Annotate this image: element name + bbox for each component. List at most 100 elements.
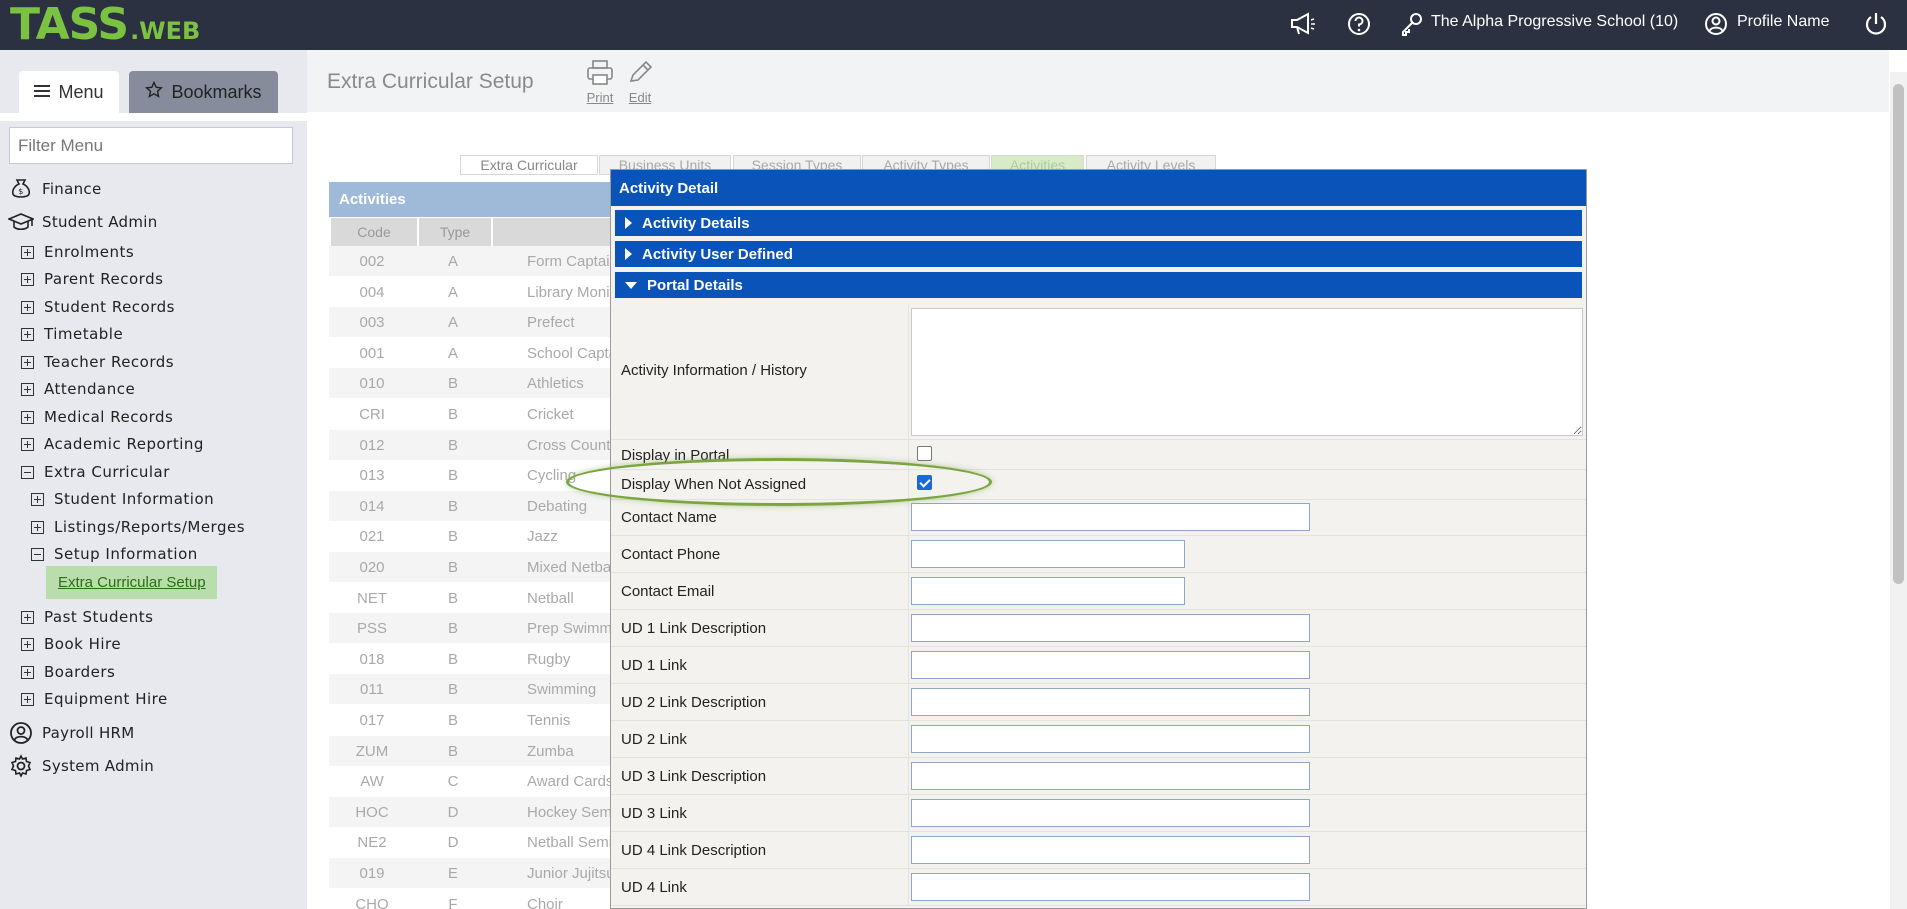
tab-extra-curricular[interactable]: Extra Curricular <box>460 155 598 175</box>
table-row[interactable]: 021 B Jazz <box>329 521 619 551</box>
nav-listings-reports-merges[interactable]: Listings/Reports/Merges <box>31 516 245 538</box>
user-circle-icon[interactable] <box>1701 9 1731 39</box>
nav-student-information[interactable]: Student Information <box>31 488 214 510</box>
gear-icon <box>8 753 34 779</box>
display-in-portal-checkbox[interactable] <box>917 446 932 461</box>
nav-timetable[interactable]: Timetable <box>21 323 123 345</box>
table-row[interactable]: PSS B Prep Swimming <box>329 613 619 644</box>
nav-academic-reporting[interactable]: Academic Reporting <box>21 433 204 455</box>
school-selector[interactable]: The Alpha Progressive School (10) <box>1431 13 1678 31</box>
expand-icon <box>21 245 34 259</box>
nav-system-admin[interactable]: System Admin <box>8 753 154 779</box>
contact-phone-input[interactable] <box>911 540 1185 568</box>
cell-name: Rugby <box>527 650 571 668</box>
table-row[interactable]: NET B Netball <box>329 583 619 613</box>
section-activity-details[interactable]: Activity Details <box>615 210 1582 236</box>
row-ud3-description: UD 3 Link Description <box>611 758 1586 795</box>
help-icon[interactable] <box>1344 9 1374 39</box>
page-scrollbar-thumb[interactable] <box>1893 84 1904 584</box>
nav-payroll-hrm[interactable]: Payroll HRM <box>8 720 135 746</box>
ud4-link-input[interactable] <box>911 873 1310 901</box>
expand-icon <box>31 520 44 534</box>
table-row[interactable]: 003 A Prefect <box>329 307 619 338</box>
table-row[interactable]: ZUM B Zumba <box>329 735 619 766</box>
ud1-link-input[interactable] <box>911 651 1310 679</box>
user-circle-icon <box>8 720 34 746</box>
megaphone-icon[interactable] <box>1288 9 1318 39</box>
table-row[interactable]: 001 A School Captain <box>329 338 619 368</box>
ud3-link-input[interactable] <box>911 799 1310 827</box>
column-header-type[interactable]: Type <box>419 218 491 246</box>
nav-student-records[interactable]: Student Records <box>21 296 175 318</box>
ud4-description-input[interactable] <box>911 836 1310 864</box>
table-row[interactable]: 020 B Mixed Netball <box>329 552 619 582</box>
contact-email-input[interactable] <box>911 577 1185 605</box>
nav-past-students[interactable]: Past Students <box>21 606 153 628</box>
cell-type: B <box>447 650 458 668</box>
table-row[interactable]: 002 A Form Captain <box>329 246 619 276</box>
nav-boarders[interactable]: Boarders <box>21 661 115 683</box>
ud2-description-input[interactable] <box>911 688 1310 716</box>
nav-extra-curricular[interactable]: Extra Curricular <box>21 461 170 483</box>
nav-medical-records[interactable]: Medical Records <box>21 406 173 428</box>
table-row[interactable]: 011 B Swimming <box>329 674 619 705</box>
table-row[interactable]: 017 B Tennis <box>329 705 619 735</box>
contact-name-input[interactable] <box>911 503 1310 531</box>
cell-name: Zumba <box>527 742 574 760</box>
table-row[interactable]: 018 B Rugby <box>329 644 619 674</box>
tass-logo[interactable]: TASS .WEB <box>10 2 200 48</box>
activity-history-textarea[interactable] <box>911 308 1583 436</box>
bookmarks-tab[interactable]: Bookmarks <box>129 71 278 113</box>
key-icon[interactable] <box>1397 9 1427 39</box>
cell-code: 001 <box>359 344 385 362</box>
power-icon[interactable] <box>1861 9 1891 39</box>
table-row[interactable]: 010 B Athletics <box>329 368 619 399</box>
row-contact-email: Contact Email <box>611 573 1586 610</box>
table-row[interactable]: 012 B Cross Country <box>329 429 619 460</box>
cell-code: 004 <box>359 283 385 301</box>
ud2-link-input[interactable] <box>911 725 1310 753</box>
table-row[interactable]: NE2 D Netball Seminar <box>329 827 619 857</box>
nav-parent-records[interactable]: Parent Records <box>21 268 163 290</box>
table-row[interactable]: HOC D Hockey Seminar <box>329 796 619 827</box>
cell-code: CHO <box>355 895 389 909</box>
printer-icon <box>587 60 613 85</box>
cell-code: 012 <box>359 436 385 454</box>
ud3-description-input[interactable] <box>911 762 1310 790</box>
table-row[interactable]: 013 B Cycling <box>329 460 619 490</box>
nav-extra-curricular-setup[interactable]: Extra Curricular Setup <box>46 566 217 599</box>
edit-button[interactable]: Edit <box>623 59 657 105</box>
cell-type: A <box>447 253 458 270</box>
nav-teacher-records[interactable]: Teacher Records <box>21 351 174 373</box>
column-header-code[interactable]: Code <box>331 218 417 246</box>
cell-type: B <box>447 681 458 699</box>
section-activity-user-defined[interactable]: Activity User Defined <box>615 241 1582 267</box>
filter-menu-input[interactable] <box>9 127 293 164</box>
table-row[interactable]: AW C Award Cards <box>329 766 619 796</box>
section-portal-details[interactable]: Portal Details <box>615 272 1582 298</box>
nav-attendance[interactable]: Attendance <box>21 378 135 400</box>
print-button[interactable]: Print <box>583 59 617 105</box>
cell-name: Cricket <box>527 406 574 423</box>
nav-setup-information[interactable]: Setup Information <box>31 543 198 565</box>
column-header-name[interactable] <box>493 218 619 246</box>
table-row[interactable]: 019 E Junior Jujitsu <box>329 858 619 888</box>
cell-name: Prep Swimming <box>527 620 619 638</box>
profile-name[interactable]: Profile Name <box>1737 13 1829 31</box>
cell-type: B <box>447 467 458 485</box>
cell-name: Hockey Seminar <box>527 803 619 821</box>
nav-student-admin[interactable]: Student Admin <box>8 209 158 235</box>
display-when-not-assigned-checkbox[interactable] <box>917 475 932 490</box>
table-row[interactable]: 004 A Library Monitor <box>329 277 619 307</box>
table-row[interactable]: 014 B Debating <box>329 490 619 521</box>
table-row[interactable]: CRI B Cricket <box>329 399 619 429</box>
menu-tab[interactable]: Menu <box>19 71 119 113</box>
nav-book-hire[interactable]: Book Hire <box>21 633 121 655</box>
expand-icon <box>21 637 34 651</box>
nav-equipment-hire[interactable]: Equipment Hire <box>21 688 168 710</box>
table-row[interactable]: CHO F Choir <box>329 889 619 909</box>
nav-finance[interactable]: $ Finance <box>8 176 102 202</box>
cell-name: Mixed Netball <box>527 559 618 576</box>
nav-enrolments[interactable]: Enrolments <box>21 241 134 263</box>
ud1-description-input[interactable] <box>911 614 1310 642</box>
